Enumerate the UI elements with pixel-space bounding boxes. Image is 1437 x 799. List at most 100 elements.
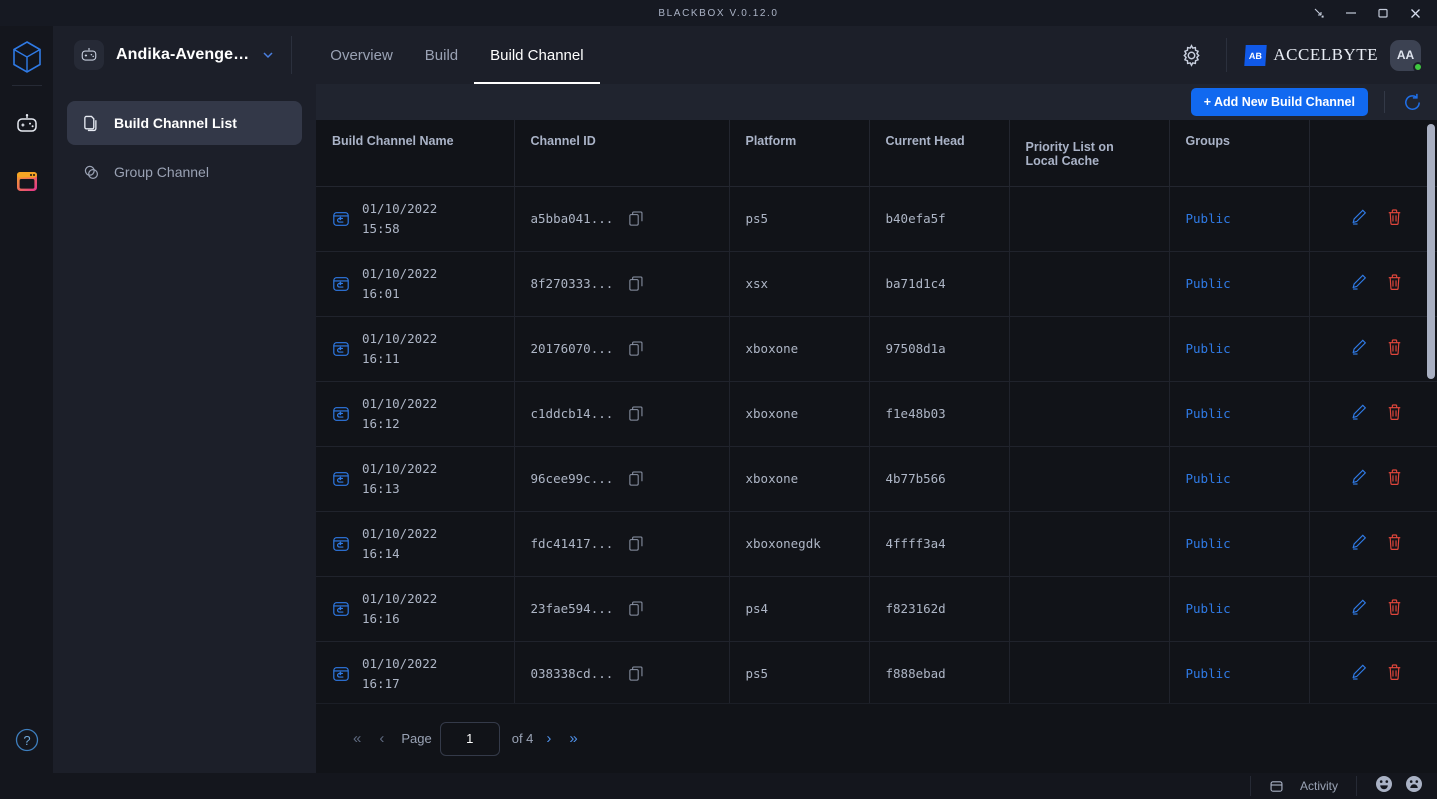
table-row[interactable]: 01/10/2022 16:16 23fae594... ps4 f823162d Pub…	[316, 576, 1437, 642]
cell-channel-id: c1ddcb14...	[514, 381, 730, 447]
maximize-icon[interactable]	[1367, 0, 1399, 26]
trash-delete-icon[interactable]	[1386, 468, 1403, 489]
trash-delete-icon[interactable]	[1386, 338, 1403, 359]
tab-overview[interactable]: Overview	[314, 26, 409, 84]
sidebar-item-label: Build Channel List	[114, 115, 237, 131]
column-current-head[interactable]: Current Head	[869, 120, 1010, 187]
trash-delete-icon[interactable]	[1386, 273, 1403, 294]
pencil-edit-icon[interactable]	[1350, 208, 1368, 229]
trash-delete-icon[interactable]	[1386, 403, 1403, 424]
table-row[interactable]: 01/10/2022 15:58 a5bba041... ps5 b40efa5f Pub…	[316, 186, 1437, 252]
group-link[interactable]: Public	[1186, 666, 1231, 681]
header-divider	[291, 36, 293, 74]
sad-face-icon[interactable]	[1405, 775, 1423, 798]
pencil-edit-icon[interactable]	[1350, 533, 1368, 554]
project-name: Andika-Avenge…	[116, 46, 250, 63]
window-app-icon[interactable]	[10, 164, 44, 198]
next-page-button[interactable]: ›	[537, 730, 560, 747]
page-number-input[interactable]	[439, 721, 500, 756]
cell-actions	[1309, 381, 1437, 447]
pencil-edit-icon[interactable]	[1350, 273, 1368, 294]
column-groups[interactable]: Groups	[1169, 120, 1310, 187]
restore-channel-icon[interactable]	[332, 405, 350, 423]
cell-current-head: ba71d1c4	[869, 251, 1010, 317]
cell-channel-id: a5bba041...	[514, 186, 730, 252]
copy-icon[interactable]	[629, 665, 643, 682]
pencil-edit-icon[interactable]	[1350, 598, 1368, 619]
table-row[interactable]: 01/10/2022 16:17 038338cd... ps5 f888ebad Pub…	[316, 641, 1437, 707]
sidebar-item-build-channel-list[interactable]: Build Channel List	[67, 101, 302, 145]
copy-icon[interactable]	[629, 600, 643, 617]
accelbyte-wordmark: ACCELBYTE	[1273, 45, 1378, 64]
restore-channel-icon[interactable]	[332, 340, 350, 358]
table-row[interactable]: 01/10/2022 16:11 20176070... xboxone 97508d1…	[316, 316, 1437, 382]
cell-channel-id: fdc41417...	[514, 511, 730, 577]
cell-channel-id: 20176070...	[514, 316, 730, 382]
activity-panel-toggle[interactable]: Activity	[1251, 773, 1356, 799]
column-channel-id[interactable]: Channel ID	[514, 120, 730, 187]
gear-icon[interactable]	[1174, 38, 1208, 72]
happy-face-icon[interactable]	[1375, 775, 1393, 798]
copy-icon[interactable]	[629, 470, 643, 487]
sidebar-item-group-channel[interactable]: Group Channel	[67, 150, 302, 194]
table-row[interactable]: 01/10/2022 16:14 fdc41417... xboxonegdk 4fff…	[316, 511, 1437, 577]
pencil-edit-icon[interactable]	[1350, 403, 1368, 424]
trash-delete-icon[interactable]	[1386, 663, 1403, 684]
copy-icon[interactable]	[629, 275, 643, 292]
close-icon[interactable]	[1399, 0, 1431, 26]
cell-channel-id: 96cee99c...	[514, 446, 730, 512]
restore-channel-icon[interactable]	[332, 275, 350, 293]
pencil-edit-icon[interactable]	[1350, 468, 1368, 489]
restore-channel-icon[interactable]	[332, 665, 350, 683]
cell-actions	[1309, 446, 1437, 512]
section-sidebar: Build Channel List Group Channel	[53, 84, 316, 773]
robot-icon[interactable]	[10, 108, 44, 142]
trash-delete-icon[interactable]	[1386, 598, 1403, 619]
pencil-edit-icon[interactable]	[1350, 338, 1368, 359]
group-link[interactable]: Public	[1186, 276, 1231, 291]
tab-build-channel[interactable]: Build Channel	[474, 26, 600, 84]
help-icon[interactable]: ?	[13, 726, 41, 754]
copy-icon[interactable]	[629, 210, 643, 227]
cell-platform: xboxone	[729, 316, 870, 382]
group-link[interactable]: Public	[1186, 601, 1231, 616]
refresh-icon[interactable]	[1401, 91, 1423, 113]
tab-build[interactable]: Build	[409, 26, 474, 84]
cube-logo[interactable]	[9, 39, 45, 75]
window-controls	[1303, 0, 1431, 26]
copy-icon[interactable]	[629, 405, 643, 422]
group-link[interactable]: Public	[1186, 341, 1231, 356]
restore-down-icon[interactable]	[1303, 0, 1335, 26]
last-page-button[interactable]: »	[560, 730, 586, 747]
cell-actions	[1309, 251, 1437, 317]
table-header: Build Channel Name Channel ID Platform C…	[316, 120, 1437, 187]
copy-icon[interactable]	[629, 535, 643, 552]
column-platform[interactable]: Platform	[729, 120, 870, 187]
restore-channel-icon[interactable]	[332, 535, 350, 553]
project-selector[interactable]: Andika-Avenge…	[53, 26, 275, 84]
minimize-icon[interactable]	[1335, 0, 1367, 26]
table-row[interactable]: 01/10/2022 16:13 96cee99c... xboxone 4b77b56…	[316, 446, 1437, 512]
add-new-build-channel-button[interactable]: + Add New Build Channel	[1190, 88, 1368, 116]
table-row[interactable]: 01/10/2022 16:12 c1ddcb14... xboxone f1e48b0…	[316, 381, 1437, 447]
column-build-channel-name[interactable]: Build Channel Name	[316, 120, 515, 187]
group-link[interactable]: Public	[1186, 536, 1231, 551]
restore-channel-icon[interactable]	[332, 600, 350, 618]
group-link[interactable]: Public	[1186, 471, 1231, 486]
restore-channel-icon[interactable]	[332, 210, 350, 228]
table-row[interactable]: 01/10/2022 16:01 8f270333... xsx ba71d1c4 Pub…	[316, 251, 1437, 317]
table-vertical-scrollbar[interactable]	[1427, 124, 1435, 379]
copy-icon[interactable]	[629, 340, 643, 357]
restore-channel-icon[interactable]	[332, 470, 350, 488]
group-link[interactable]: Public	[1186, 406, 1231, 421]
chevron-down-icon[interactable]	[261, 48, 275, 62]
first-page-button[interactable]: «	[344, 730, 370, 747]
trash-delete-icon[interactable]	[1386, 208, 1403, 229]
prev-page-button[interactable]: ‹	[370, 730, 393, 747]
group-link[interactable]: Public	[1186, 211, 1231, 226]
pencil-edit-icon[interactable]	[1350, 663, 1368, 684]
column-priority-list-on-local-cache[interactable]: Priority List on Local Cache	[1009, 120, 1170, 187]
trash-delete-icon[interactable]	[1386, 533, 1403, 554]
avatar[interactable]: AA	[1390, 39, 1423, 72]
header-right-cluster: AB ACCELBYTE AA	[1174, 38, 1437, 72]
